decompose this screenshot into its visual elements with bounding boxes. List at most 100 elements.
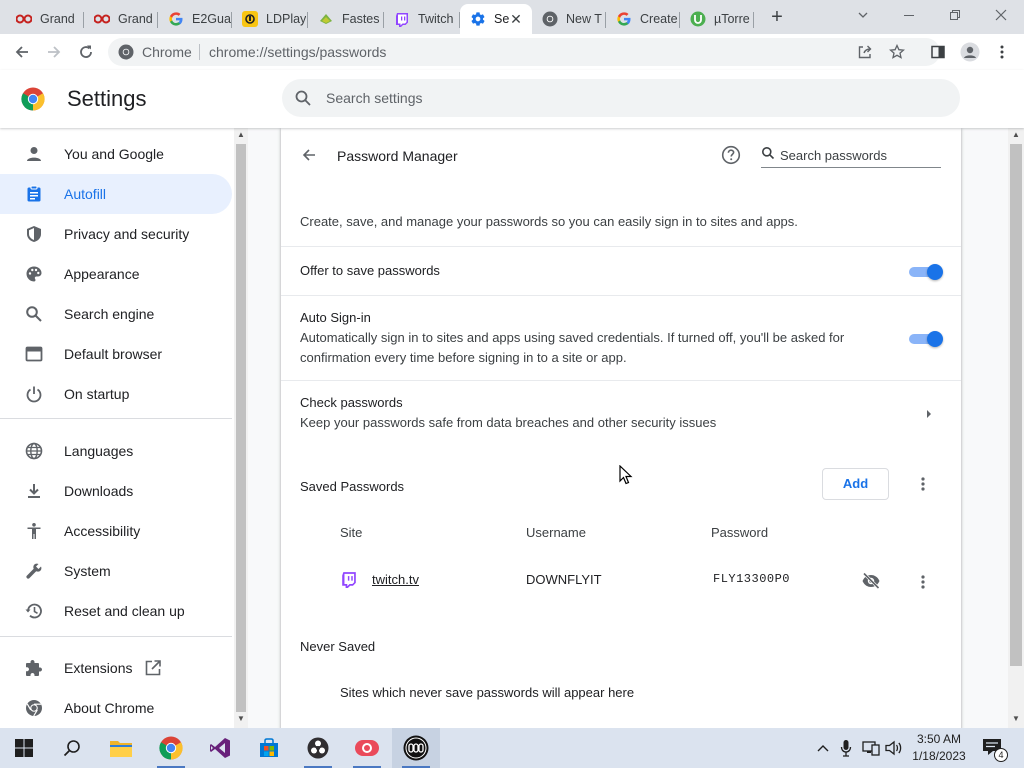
tab-title: LDPlay [266,12,307,26]
scroll-down-arrow-icon[interactable]: ▼ [236,714,246,723]
taskbar-clock[interactable]: 3:50 AM 1/18/2023 [908,731,970,765]
network-icon[interactable] [862,738,880,758]
auto-signin-description-line1: Automatically sign in to sites and apps … [300,330,845,345]
tab-title: µTorre [714,12,750,26]
tab-e2guardian[interactable]: E2Gua [158,4,232,34]
sidebar-item-system[interactable]: System [0,551,232,591]
obs-studio-icon[interactable] [294,728,342,768]
scroll-down-arrow-icon[interactable]: ▼ [1010,714,1022,723]
toggle-knob [927,264,943,280]
more-actions-icon[interactable] [913,474,933,494]
sidebar-item-default-browser[interactable]: Default browser [0,334,232,374]
settings-search-box[interactable] [282,79,960,117]
toggle-knob [927,331,943,347]
share-icon[interactable] [856,43,874,61]
tab-create[interactable]: Create [606,4,680,34]
help-icon[interactable] [721,145,741,165]
close-icon[interactable]: ✕ [508,11,524,27]
sidebar-scrollbar[interactable]: ▲ ▼ [234,128,248,728]
sidebar-item-search-engine[interactable]: Search engine [0,294,232,334]
sidebar-item-autofill[interactable]: Autofill [0,174,232,214]
file-explorer-icon[interactable] [97,728,145,768]
red-glasses-icon [94,11,110,27]
sidebar-scrollbar-thumb[interactable] [236,144,246,712]
saved-site-link[interactable]: twitch.tv [372,572,419,587]
close-window-button[interactable] [986,4,1016,28]
row-more-actions-icon[interactable] [913,572,933,592]
person-icon [24,144,44,164]
browser-window-icon [24,344,44,364]
back-button[interactable] [10,40,34,64]
sidebar-item-label: About Chrome [64,700,155,716]
screen-recorder-icon[interactable] [343,728,391,768]
sidebar-item-about-chrome[interactable]: About Chrome [0,688,232,728]
tab-grand-2[interactable]: Grand [84,4,158,34]
settings-search-input[interactable] [326,87,926,109]
site-chip-label[interactable]: Chrome [142,44,192,60]
taskbar-search-button[interactable] [48,728,96,768]
volume-icon[interactable] [885,738,903,758]
sidebar-item-languages[interactable]: Languages [0,431,232,471]
utorrent-icon [690,11,706,27]
tab-fastest[interactable]: Fastes [308,4,384,34]
sidebar-item-privacy[interactable]: Privacy and security [0,214,232,254]
add-password-button[interactable]: Add [822,468,889,500]
url-text[interactable]: chrome://settings/passwords [209,44,386,60]
sidebar-item-appearance[interactable]: Appearance [0,254,232,294]
check-passwords-row[interactable]: Check passwords Keep your passwords safe… [281,381,961,441]
side-panel-button[interactable] [926,40,950,64]
tab-title: New T [566,12,602,26]
accessibility-icon [24,521,44,541]
sidebar-item-accessibility[interactable]: Accessibility [0,511,232,551]
chrome-menu-button[interactable] [990,40,1014,64]
sidebar-item-reset[interactable]: Reset and clean up [0,591,232,631]
tab-title: Grand [118,12,153,26]
tab-ldplayer[interactable]: LDPlay [232,4,308,34]
tab-twitch[interactable]: Twitch [384,4,460,34]
settings-gear-icon [470,11,486,27]
microphone-icon[interactable] [837,738,855,758]
address-bar[interactable]: Chrome chrome://settings/passwords [108,38,940,66]
ldplayer-icon [242,11,258,27]
start-button[interactable] [0,728,48,768]
dod-app-icon[interactable] [392,728,440,768]
visual-studio-icon[interactable] [196,728,244,768]
scroll-up-arrow-icon[interactable]: ▲ [236,130,246,139]
tab-new-tab[interactable]: New T [532,4,606,34]
password-search-input[interactable] [780,146,938,164]
tab-utorrent[interactable]: µTorre [680,4,754,34]
sidebar-item-extensions[interactable]: Extensions [0,648,232,688]
tab-grand-1[interactable]: Grand [6,4,84,34]
check-passwords-description: Keep your passwords safe from data breac… [300,415,717,430]
tab-settings[interactable]: Se ✕ [460,4,532,34]
hide-password-icon[interactable] [861,571,881,591]
reload-button[interactable] [74,40,98,64]
profile-avatar[interactable] [958,40,982,64]
sidebar-item-label: You and Google [64,146,164,162]
password-manager-description: Create, save, and manage your passwords … [300,214,798,229]
sidebar-item-label: Autofill [64,186,107,202]
minimize-button[interactable] [894,4,924,28]
sidebar-item-label: On startup [64,386,130,402]
restore-button[interactable] [940,4,970,28]
sidebar-item-you-and-google[interactable]: You and Google [0,134,232,174]
main-scrollbar[interactable]: ▲ ▼ [1008,128,1024,728]
back-arrow-icon[interactable] [299,145,319,165]
new-tab-button[interactable]: + [766,6,788,28]
bookmark-star-icon[interactable] [888,43,906,61]
main-scrollbar-thumb[interactable] [1010,144,1022,666]
auto-signin-toggle[interactable] [909,331,943,347]
forward-button[interactable] [42,40,66,64]
microsoft-store-icon[interactable] [245,728,293,768]
sidebar-item-downloads[interactable]: Downloads [0,471,232,511]
row-divider [281,246,961,247]
tab-search-button[interactable] [848,4,878,28]
show-hidden-icons-chevron-icon[interactable] [814,738,832,758]
password-search-box[interactable] [761,142,941,168]
scroll-up-arrow-icon[interactable]: ▲ [1010,130,1022,139]
offer-to-save-toggle[interactable] [909,264,943,280]
sidebar-item-on-startup[interactable]: On startup [0,374,232,414]
chrome-taskbar-icon[interactable] [147,728,195,768]
open-in-new-icon [144,659,162,677]
globe-icon [24,441,44,461]
